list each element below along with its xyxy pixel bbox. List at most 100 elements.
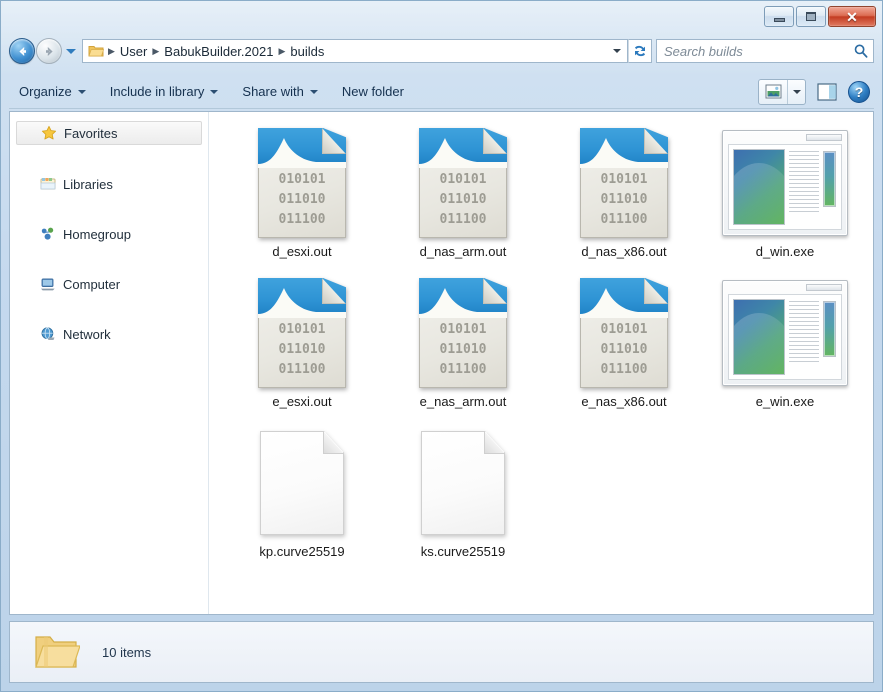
new-folder-button[interactable]: New folder <box>332 80 414 103</box>
breadcrumb-separator: ▶ <box>150 46 161 57</box>
breadcrumb-separator: ▶ <box>106 46 117 57</box>
file-item[interactable]: e_win.exe <box>714 270 856 420</box>
explorer-body: Favorites Libraries <box>9 111 874 615</box>
thumbnail-text-lines <box>789 299 819 375</box>
maximize-button[interactable] <box>796 6 826 27</box>
file-item[interactable]: 010101 011010 011100 d_esxi.out <box>231 120 373 270</box>
thumbnail-text-lines <box>789 149 819 225</box>
file-icon[interactable] <box>714 124 856 242</box>
help-label: ? <box>855 84 864 100</box>
file-name-label: kp.curve25519 <box>259 544 344 559</box>
sidebar-item-network[interactable]: Network <box>16 323 202 345</box>
file-item[interactable]: 010101 011010 011100 d_nas_arm.out <box>392 120 534 270</box>
binary-line: 011010 <box>419 340 507 360</box>
file-item[interactable]: ks.curve25519 <box>392 420 534 570</box>
breadcrumb-separator: ▶ <box>276 46 287 57</box>
file-list-pane[interactable]: 010101 011010 011100 d_esxi.out <box>209 112 873 614</box>
libraries-icon <box>40 176 56 192</box>
refresh-button[interactable] <box>628 39 652 63</box>
binary-file-icon: 010101 011010 011100 <box>580 278 668 388</box>
binary-line: 010101 <box>258 170 346 190</box>
address-folder-icon <box>88 44 104 58</box>
computer-icon <box>40 276 56 292</box>
address-history-dropdown[interactable] <box>609 49 625 53</box>
file-icon[interactable]: 010101 011010 011100 <box>553 124 695 242</box>
breadcrumb-item-builds[interactable]: builds <box>287 43 327 60</box>
file-item[interactable]: 010101 011010 011100 e_nas_x86.out <box>553 270 695 420</box>
item-count-label: 10 items <box>102 645 151 660</box>
file-name-label: ks.curve25519 <box>421 544 506 559</box>
binary-line: 011100 <box>258 210 346 230</box>
address-bar[interactable]: ▶ User ▶ BabukBuilder.2021 ▶ builds <box>82 39 628 63</box>
binary-file-icon: 010101 011010 011100 <box>258 128 346 238</box>
chevron-down-icon <box>66 49 76 54</box>
recent-pages-dropdown[interactable] <box>64 38 78 64</box>
preview-pane-button[interactable] <box>814 80 840 104</box>
file-icon[interactable]: 010101 011010 011100 <box>392 124 534 242</box>
file-item[interactable]: 010101 011010 011100 e_nas_arm.out <box>392 270 534 420</box>
sidebar-item-label: Libraries <box>63 177 113 192</box>
sidebar-item-label: Computer <box>63 277 120 292</box>
command-toolbar: Organize Include in library Share with N… <box>9 75 874 109</box>
include-in-library-button[interactable]: Include in library <box>100 80 229 103</box>
window-controls: ✕ <box>762 6 876 27</box>
sidebar-item-homegroup[interactable]: Homegroup <box>16 223 202 245</box>
file-icon[interactable]: 010101 011010 011100 <box>553 274 695 392</box>
sidebar-item-favorites[interactable]: Favorites <box>16 121 202 145</box>
network-icon <box>40 326 56 342</box>
file-item[interactable]: kp.curve25519 <box>231 420 373 570</box>
thumbnail-side-bar <box>823 301 836 357</box>
organize-label: Organize <box>19 84 72 99</box>
binary-file-icon: 010101 011010 011100 <box>258 278 346 388</box>
share-with-button[interactable]: Share with <box>232 80 327 103</box>
change-view-button[interactable] <box>759 80 787 104</box>
navigation-pane: Favorites Libraries <box>10 112 209 614</box>
file-item[interactable]: d_win.exe <box>714 120 856 270</box>
binary-line: 011010 <box>580 190 668 210</box>
breadcrumb-item-babukbuilder[interactable]: BabukBuilder.2021 <box>161 43 276 60</box>
include-in-library-label: Include in library <box>110 84 205 99</box>
view-options-dropdown[interactable] <box>787 80 805 104</box>
thumbnail-image <box>733 299 785 375</box>
blank-file-icon <box>260 431 344 535</box>
file-item[interactable]: 010101 011010 011100 d_nas_x86.out <box>553 120 695 270</box>
binary-line: 010101 <box>580 170 668 190</box>
chevron-down-icon <box>613 49 621 53</box>
file-name-label: e_nas_x86.out <box>581 394 666 409</box>
file-icon[interactable]: 010101 011010 011100 <box>231 124 373 242</box>
file-item[interactable]: 010101 011010 011100 e_esxi.out <box>231 270 373 420</box>
file-icon[interactable] <box>392 424 534 542</box>
file-name-label: d_win.exe <box>756 244 815 259</box>
organize-button[interactable]: Organize <box>9 80 96 103</box>
file-icon[interactable] <box>231 424 373 542</box>
binary-line: 011010 <box>419 190 507 210</box>
file-icon[interactable] <box>714 274 856 392</box>
thumbnail-side-bar <box>823 151 836 207</box>
preview-pane-icon <box>817 83 837 101</box>
binary-line: 011100 <box>419 360 507 380</box>
chevron-down-icon <box>210 90 218 94</box>
executable-window-icon <box>722 280 848 386</box>
help-button[interactable]: ? <box>848 81 870 103</box>
binary-file-icon: 010101 011010 011100 <box>419 278 507 388</box>
file-name-label: d_esxi.out <box>272 244 331 259</box>
search-input[interactable]: Search builds <box>664 44 853 59</box>
search-box[interactable]: Search builds <box>656 39 874 63</box>
status-bar: 10 items <box>9 621 874 683</box>
binary-line: 011100 <box>419 210 507 230</box>
breadcrumb-item-user[interactable]: User <box>117 43 150 60</box>
sidebar-item-libraries[interactable]: Libraries <box>16 173 202 195</box>
binary-line: 011100 <box>580 360 668 380</box>
share-with-label: Share with <box>242 84 303 99</box>
minimize-button[interactable] <box>764 6 794 27</box>
sidebar-item-computer[interactable]: Computer <box>16 273 202 295</box>
binary-line: 010101 <box>419 170 507 190</box>
file-icon[interactable]: 010101 011010 011100 <box>392 274 534 392</box>
forward-button[interactable] <box>36 38 62 64</box>
back-button[interactable] <box>9 38 35 64</box>
blank-file-icon <box>421 431 505 535</box>
binary-file-icon: 010101 011010 011100 <box>419 128 507 238</box>
close-button[interactable]: ✕ <box>828 6 876 27</box>
file-name-label: e_nas_arm.out <box>420 394 507 409</box>
file-icon[interactable]: 010101 011010 011100 <box>231 274 373 392</box>
